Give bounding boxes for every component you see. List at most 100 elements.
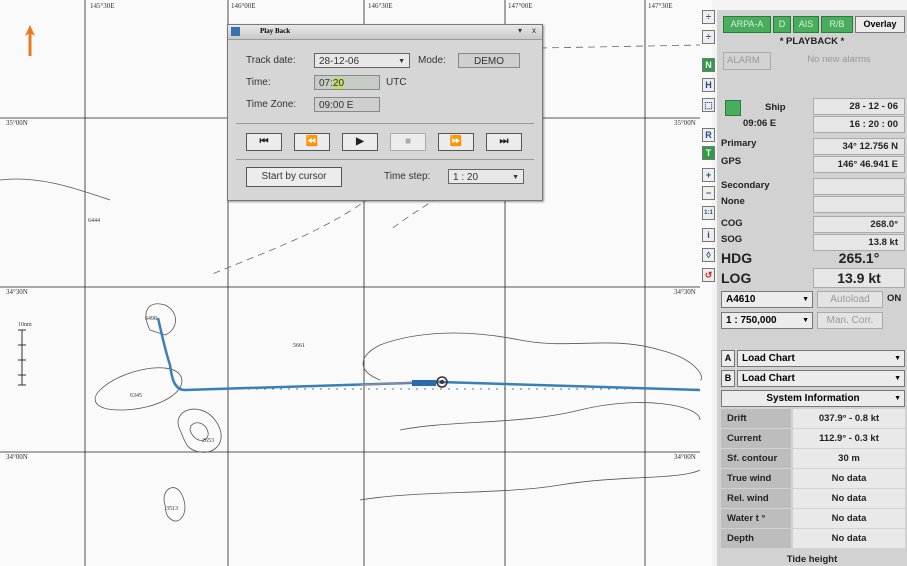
system-information-label: System Information [766,393,860,404]
depth-sounding: 6444 [88,218,100,224]
info-row-label: Current [721,429,791,448]
depth-sounding: 6498 [145,316,157,322]
d-button[interactable]: D [773,16,791,33]
cog-label: COG [721,218,743,229]
ship-toggle-icon[interactable] [725,100,741,116]
lat-label: 35°00N [6,119,28,127]
info-row-label: Drift [721,409,791,428]
north-up-button[interactable]: N [702,58,715,72]
latitude-value: 34° 12.756 N [813,138,905,155]
chevron-down-icon: ▼ [802,317,809,324]
tool-button[interactable]: ÷ [702,10,715,24]
track-date-value: 28-12-06 [319,56,360,67]
chevron-down-icon: ▼ [894,355,901,362]
secondary-source: None [721,196,745,207]
chevron-down-icon: ▼ [398,58,405,65]
right-panel: ARPA-A D AIS R/B Overlay * PLAYBACK * AL… [717,10,907,566]
north-arrow-icon [25,25,35,56]
arpa-button[interactable]: ARPA-A [723,16,771,33]
depth-sounding: 2653 [202,438,214,444]
time-step-value: 1 : 20 [453,172,479,183]
autoload-state: ON [887,293,902,304]
cog-value: 268.0° [813,216,905,233]
info-row-value: No data [793,489,905,508]
chevron-down-icon: ▼ [802,296,809,303]
scale-1-1-button[interactable]: 1:1 [702,206,715,220]
secondary-lat-value [813,178,905,195]
man-corr-button[interactable]: Man. Corr. [817,312,883,329]
info-row-label: Sf. contour [721,449,791,468]
alarm-status: No new alarms [807,54,871,65]
depth-sounding: 5661 [293,343,305,349]
track-date-label: Track date: [246,55,296,66]
scale-bar [18,329,26,386]
start-by-cursor-button[interactable]: Start by cursor [246,167,342,187]
alarm-label[interactable]: ALARM [723,52,771,70]
longitude-value: 146° 46.941 E [813,156,905,173]
dialog-title: Play Back [260,27,291,35]
skip-end-button[interactable]: ⏭ [486,133,522,151]
load-chart-a-select[interactable]: Load Chart ▼ [737,350,905,367]
rewind-button[interactable]: ⏪ [294,133,330,151]
zoom-out-button[interactable]: − [702,186,715,200]
scale-value: 1 : 750,000 [726,315,777,326]
tool-button[interactable]: ÷ [702,30,715,44]
fast-forward-button[interactable]: ⏩ [438,133,474,151]
time-unit: UTC [386,77,407,88]
lon-label: 145°30E [90,2,115,10]
zoom-in-button[interactable]: + [702,168,715,182]
divider [236,123,534,124]
time-step-select[interactable]: 1 : 20 ▼ [448,169,524,184]
secondary-lon-value [813,196,905,213]
chart-select[interactable]: A4610 ▼ [721,291,813,308]
autoload-button[interactable]: Autoload [817,291,883,308]
minimize-icon[interactable]: ▾ [518,26,522,35]
depth-sounding: 6345 [130,393,142,399]
close-icon[interactable]: x [532,26,536,35]
divider [236,159,534,160]
depth-contours [0,178,702,522]
document-button[interactable]: ◊ [702,248,715,262]
stop-button[interactable]: ■ [390,133,426,151]
info-row-value: 30 m [793,449,905,468]
info-row-value: 037.9° - 0.8 kt [793,409,905,428]
sog-value: 13.8 kt [813,234,905,251]
sog-label: SOG [721,234,743,245]
chevron-down-icon: ▼ [894,375,901,382]
time-input[interactable]: 07:20 [314,75,380,90]
lon-label: 146°30E [368,2,393,10]
playback-indicator: * PLAYBACK * [779,36,845,47]
true-motion-button[interactable]: T [702,146,715,160]
skip-start-button[interactable]: ⏮ [246,133,282,151]
lon-label: 147°30E [648,2,673,10]
mode-label: Mode: [418,55,446,66]
window-button[interactable]: ⬚ [702,98,715,112]
info-button[interactable]: i [702,228,715,242]
info-row-label: True wind [721,469,791,488]
play-button[interactable]: ▶ [342,133,378,151]
date-value: 28 - 12 - 06 [813,98,905,115]
mode-field: DEMO [458,53,520,68]
lat-label: 34°00N [6,453,28,461]
dialog-titlebar[interactable]: Play Back ▾ x [228,25,542,40]
ais-button[interactable]: AIS [793,16,819,33]
head-up-button[interactable]: H [702,78,715,92]
tide-height-label: Tide height [786,554,838,565]
chart-id: A4610 [726,294,756,305]
relative-motion-button[interactable]: R [702,128,715,142]
info-row-value: 112.9° - 0.3 kt [793,429,905,448]
lat-label: 34°30N [674,288,696,296]
undo-button[interactable]: ↺ [702,268,715,282]
time-value: 16 : 20 : 00 [813,116,905,133]
ship-track [156,317,701,392]
info-row-value: No data [793,509,905,528]
scale-select[interactable]: 1 : 750,000 ▼ [721,312,813,329]
load-chart-b-select[interactable]: Load Chart ▼ [737,370,905,387]
rb-button[interactable]: R/B [821,16,853,33]
chevron-down-icon: ▼ [512,174,519,181]
log-label: LOG [721,270,752,286]
system-information-select[interactable]: System Information ▼ [721,390,905,407]
track-date-select[interactable]: 28-12-06 ▼ [314,53,410,68]
playback-dialog[interactable]: Play Back ▾ x Track date: 28-12-06 ▼ Mod… [227,24,543,201]
overlay-button[interactable]: Overlay [855,16,905,33]
